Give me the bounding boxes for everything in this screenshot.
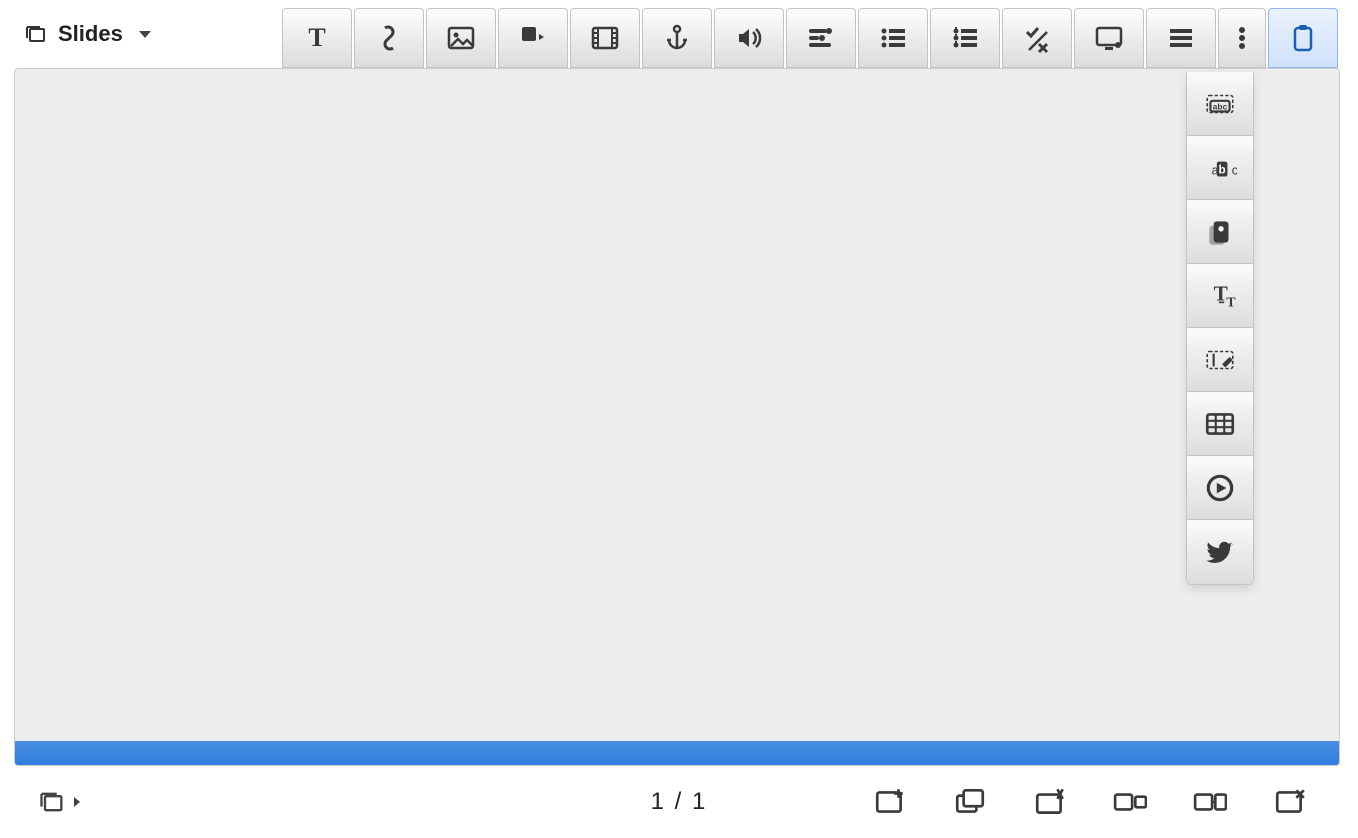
slides-stack-icon (38, 788, 66, 816)
addslide-icon (873, 785, 907, 819)
play-icon (1203, 471, 1237, 505)
anchor-icon (661, 22, 693, 54)
template-slide-button[interactable] (1030, 782, 1070, 822)
mergeview-icon (1193, 785, 1227, 819)
anchor-tool[interactable] (642, 8, 712, 68)
closeslide-icon (1273, 785, 1307, 819)
tool-row (280, 0, 1358, 68)
link-tool[interactable] (354, 8, 424, 68)
more-icon (1226, 22, 1258, 54)
align-tool[interactable] (786, 8, 856, 68)
duplicate-icon (953, 785, 987, 819)
list-lines-tool[interactable] (1146, 8, 1216, 68)
bullets-icon (877, 22, 909, 54)
checkx-icon (1021, 22, 1053, 54)
text-icon (301, 22, 333, 54)
video-tool[interactable] (570, 8, 640, 68)
editbox-icon (1203, 343, 1237, 377)
shape-icon (517, 22, 549, 54)
page-current: 1 (651, 788, 666, 815)
sliders-icon (805, 22, 837, 54)
table-icon (1203, 407, 1237, 441)
image-icon (445, 22, 477, 54)
slide-progress-strip (15, 741, 1339, 765)
tt-icon (1203, 279, 1237, 313)
slide-list-toggle[interactable] (0, 788, 80, 816)
page-counter: 1 / 1 (651, 788, 708, 816)
film-icon (589, 22, 621, 54)
splitview-icon (1113, 785, 1147, 819)
page-total: 1 (692, 788, 707, 815)
lines-icon (1165, 22, 1197, 54)
play-tool[interactable] (1187, 456, 1253, 520)
image-tool[interactable] (426, 8, 496, 68)
slides-stack-icon (24, 22, 48, 46)
slide-canvas[interactable] (14, 68, 1340, 766)
add-slide-button[interactable] (870, 782, 910, 822)
link-icon (373, 22, 405, 54)
more-tool[interactable] (1218, 8, 1266, 68)
merge-view-button[interactable] (1190, 782, 1230, 822)
selabc-icon (1203, 87, 1237, 121)
caret-right-icon (74, 797, 80, 807)
duplicate-slide-button[interactable] (950, 782, 990, 822)
select-text-tool[interactable] (1187, 72, 1253, 136)
close-slide-button[interactable] (1270, 782, 1310, 822)
abc-highlight-tool[interactable] (1187, 136, 1253, 200)
edit-area-tool[interactable] (1187, 328, 1253, 392)
split-view-button[interactable] (1110, 782, 1150, 822)
abc-icon (1203, 151, 1237, 185)
bullets-tool[interactable] (858, 8, 928, 68)
clipboard-icon (1287, 22, 1319, 54)
sparkslide-icon (1033, 785, 1067, 819)
page-separator: / (675, 788, 684, 815)
presentation-tab-tool[interactable] (1074, 8, 1144, 68)
numbered-icon (949, 22, 981, 54)
bottom-actions (870, 782, 1358, 822)
cards-tool[interactable] (1187, 200, 1253, 264)
typography-tool[interactable] (1187, 264, 1253, 328)
table-tool[interactable] (1187, 392, 1253, 456)
view-switcher[interactable]: Slides (0, 0, 179, 68)
audio-tool[interactable] (714, 8, 784, 68)
more-tools-panel (1186, 72, 1254, 585)
top-toolbar: Slides (0, 0, 1358, 68)
screen-icon (1093, 22, 1125, 54)
bottom-bar: 1 / 1 (0, 766, 1358, 838)
check-math-tool[interactable] (1002, 8, 1072, 68)
caret-down-icon (139, 31, 151, 38)
cards-icon (1203, 215, 1237, 249)
sound-icon (733, 22, 765, 54)
text-tool[interactable] (282, 8, 352, 68)
shape-tool[interactable] (498, 8, 568, 68)
clipboard-tool[interactable] (1268, 8, 1338, 68)
view-label: Slides (58, 21, 123, 47)
numbered-tool[interactable] (930, 8, 1000, 68)
twitter-tool[interactable] (1187, 520, 1253, 584)
twitter-icon (1203, 535, 1237, 569)
